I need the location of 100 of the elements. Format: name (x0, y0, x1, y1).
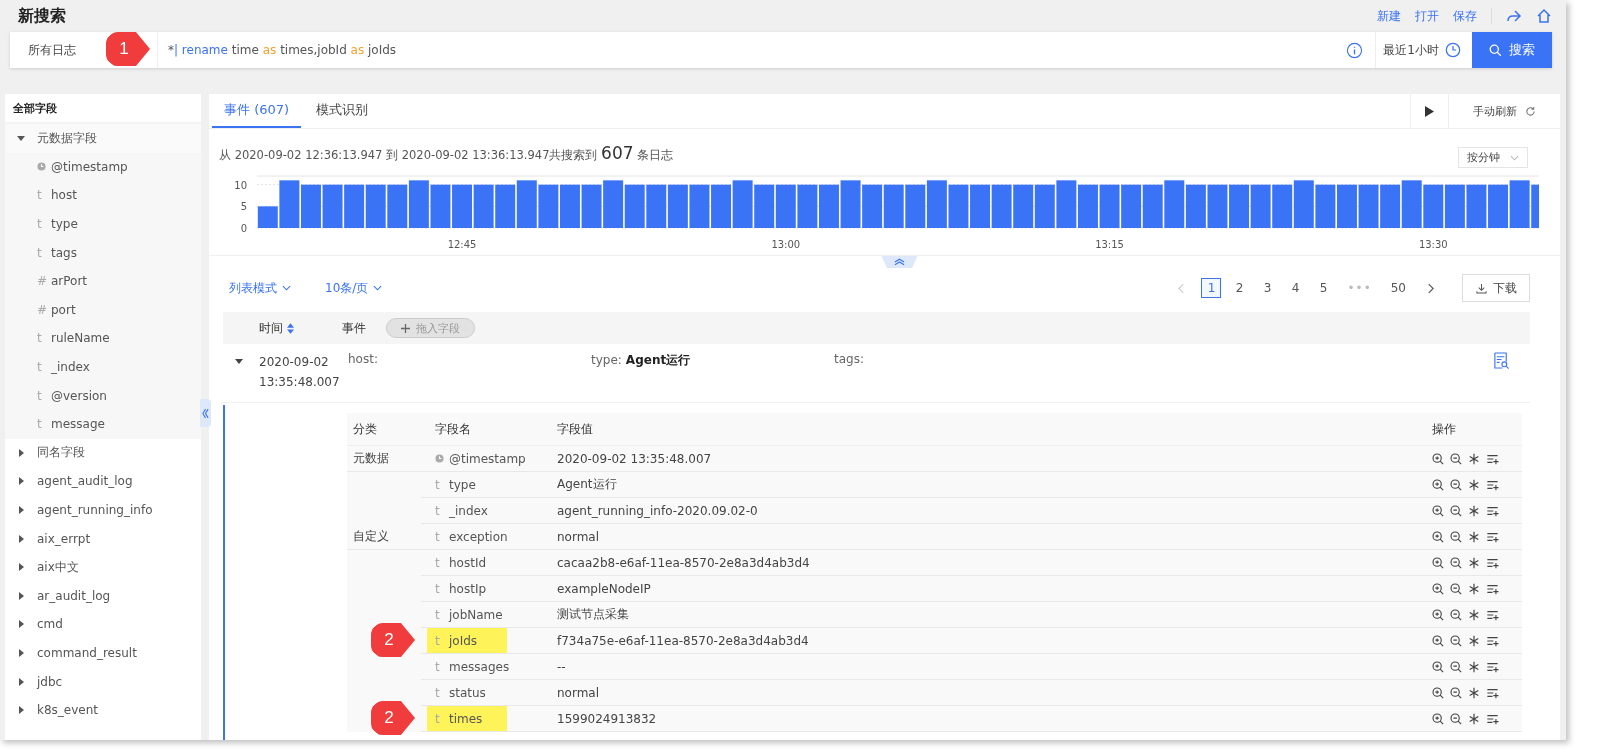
field-item[interactable]: # arPort (5, 266, 201, 296)
zoom-in-icon[interactable] (1432, 712, 1444, 725)
home-icon[interactable] (1536, 8, 1552, 24)
zoom-in-icon[interactable] (1432, 478, 1444, 491)
page-size-dropdown[interactable]: 10条/页 (325, 279, 383, 297)
asterisk-icon[interactable] (1468, 634, 1480, 647)
add-to-list-icon[interactable] (1486, 530, 1499, 543)
zoom-out-icon[interactable] (1450, 660, 1462, 673)
zoom-out-icon[interactable] (1450, 504, 1462, 517)
field-value: Agent运行 (557, 476, 617, 493)
document-search-icon[interactable] (1493, 352, 1510, 369)
field-group[interactable]: cmd (5, 610, 201, 639)
add-to-list-icon[interactable] (1486, 634, 1499, 647)
add-to-list-icon[interactable] (1486, 660, 1499, 673)
field-group[interactable]: 同名字段 (5, 438, 201, 468)
asterisk-icon[interactable] (1468, 712, 1480, 725)
add-to-list-icon[interactable] (1486, 452, 1499, 465)
page-number[interactable]: 4 (1285, 278, 1306, 298)
zoom-out-icon[interactable] (1450, 530, 1462, 543)
zoom-out-icon[interactable] (1450, 478, 1462, 491)
view-mode-dropdown[interactable]: 列表模式 (229, 279, 291, 297)
interval-dropdown[interactable]: 按分钟 (1458, 147, 1528, 168)
zoom-in-icon[interactable] (1432, 634, 1444, 647)
field-item[interactable]: t host (5, 181, 201, 210)
zoom-in-icon[interactable] (1432, 530, 1444, 543)
info-icon[interactable] (1346, 41, 1363, 59)
page-number[interactable]: 1 (1201, 278, 1222, 298)
add-to-list-icon[interactable] (1486, 582, 1499, 595)
field-item[interactable]: t tags (5, 238, 201, 267)
asterisk-icon[interactable] (1468, 660, 1480, 673)
search-button[interactable]: 搜索 (1472, 32, 1552, 68)
plus-icon (401, 323, 410, 333)
zoom-out-icon[interactable] (1450, 634, 1462, 647)
field-group[interactable]: aix_errpt (5, 524, 201, 553)
add-to-list-icon[interactable] (1486, 504, 1499, 517)
zoom-in-icon[interactable] (1432, 452, 1444, 465)
time-range-picker[interactable]: 最近1小时 (1375, 32, 1468, 68)
zoom-in-icon[interactable] (1432, 608, 1444, 621)
download-button[interactable]: 下载 (1462, 274, 1530, 302)
add-to-list-icon[interactable] (1486, 608, 1499, 621)
header-link[interactable]: 保存 (1453, 7, 1477, 25)
field-group[interactable]: jdbc (5, 667, 201, 696)
field-group[interactable]: agent_audit_log (5, 467, 201, 496)
collapse-chart-handle[interactable] (881, 256, 918, 268)
field-item[interactable]: t ruleName (5, 324, 201, 353)
field-item[interactable]: t @version (5, 381, 201, 410)
field-group[interactable]: agent_running_info (5, 495, 201, 525)
asterisk-icon[interactable] (1468, 504, 1480, 517)
field-group[interactable]: k8s_event (5, 695, 201, 725)
zoom-out-icon[interactable] (1450, 686, 1462, 699)
header-link[interactable]: 新建 (1377, 7, 1401, 25)
asterisk-icon[interactable] (1468, 530, 1480, 543)
share-icon[interactable] (1506, 8, 1522, 24)
page-number[interactable]: 5 (1313, 278, 1334, 298)
field-item[interactable]: # port (5, 295, 201, 325)
column-header[interactable]: 时间 (259, 319, 283, 337)
chevron-down-icon (373, 285, 383, 291)
header-link[interactable]: 打开 (1415, 7, 1439, 25)
field-group[interactable]: ar_audit_log (5, 581, 201, 611)
caret-down-icon (17, 134, 25, 143)
sort-icon[interactable] (287, 322, 294, 334)
zoom-in-icon[interactable] (1432, 504, 1444, 517)
tab[interactable]: 事件 (607) (212, 94, 302, 128)
field-group[interactable]: 元数据字段 (5, 124, 201, 153)
field-item[interactable]: t message (5, 409, 201, 439)
summary-text: 从 2020-09-02 12:36:13.947 到 2020-09-02 13:36:13.947共搜索到 607 条日志 (219, 142, 674, 163)
zoom-in-icon[interactable] (1432, 582, 1444, 595)
add-to-list-icon[interactable] (1486, 712, 1499, 725)
field-group[interactable]: command_result (5, 638, 201, 668)
tab[interactable]: 模式识别 (304, 94, 381, 128)
page-number[interactable]: 3 (1257, 278, 1278, 298)
asterisk-icon[interactable] (1468, 556, 1480, 569)
collapse-handle[interactable] (200, 399, 211, 427)
axis-tick-label: 10 (234, 179, 247, 191)
add-to-list-icon[interactable] (1486, 556, 1499, 569)
asterisk-icon[interactable] (1468, 478, 1480, 491)
zoom-out-icon[interactable] (1450, 608, 1462, 621)
zoom-out-icon[interactable] (1450, 712, 1462, 725)
zoom-in-icon[interactable] (1432, 686, 1444, 699)
asterisk-icon[interactable] (1468, 686, 1480, 699)
zoom-in-icon[interactable] (1432, 660, 1444, 673)
asterisk-icon[interactable] (1468, 608, 1480, 621)
page-number[interactable]: 50 (1385, 278, 1411, 298)
zoom-in-icon[interactable] (1432, 556, 1444, 569)
zoom-out-icon[interactable] (1450, 452, 1462, 465)
zoom-out-icon[interactable] (1450, 582, 1462, 595)
field-item[interactable]: t _index (5, 352, 201, 382)
event-field: type: Agent运行 (591, 352, 834, 369)
asterisk-icon[interactable] (1468, 452, 1480, 465)
page-number[interactable]: 2 (1229, 278, 1250, 298)
next-page-icon[interactable] (1427, 282, 1434, 294)
field-group[interactable]: aix中文 (5, 552, 201, 582)
field-item[interactable]: t type (5, 209, 201, 239)
field-item[interactable]: @timestamp (5, 152, 201, 182)
expand-caret-icon[interactable] (235, 357, 243, 365)
caret-right-icon (17, 677, 25, 686)
asterisk-icon[interactable] (1468, 582, 1480, 595)
zoom-out-icon[interactable] (1450, 556, 1462, 569)
add-to-list-icon[interactable] (1486, 686, 1499, 699)
add-to-list-icon[interactable] (1486, 478, 1499, 491)
